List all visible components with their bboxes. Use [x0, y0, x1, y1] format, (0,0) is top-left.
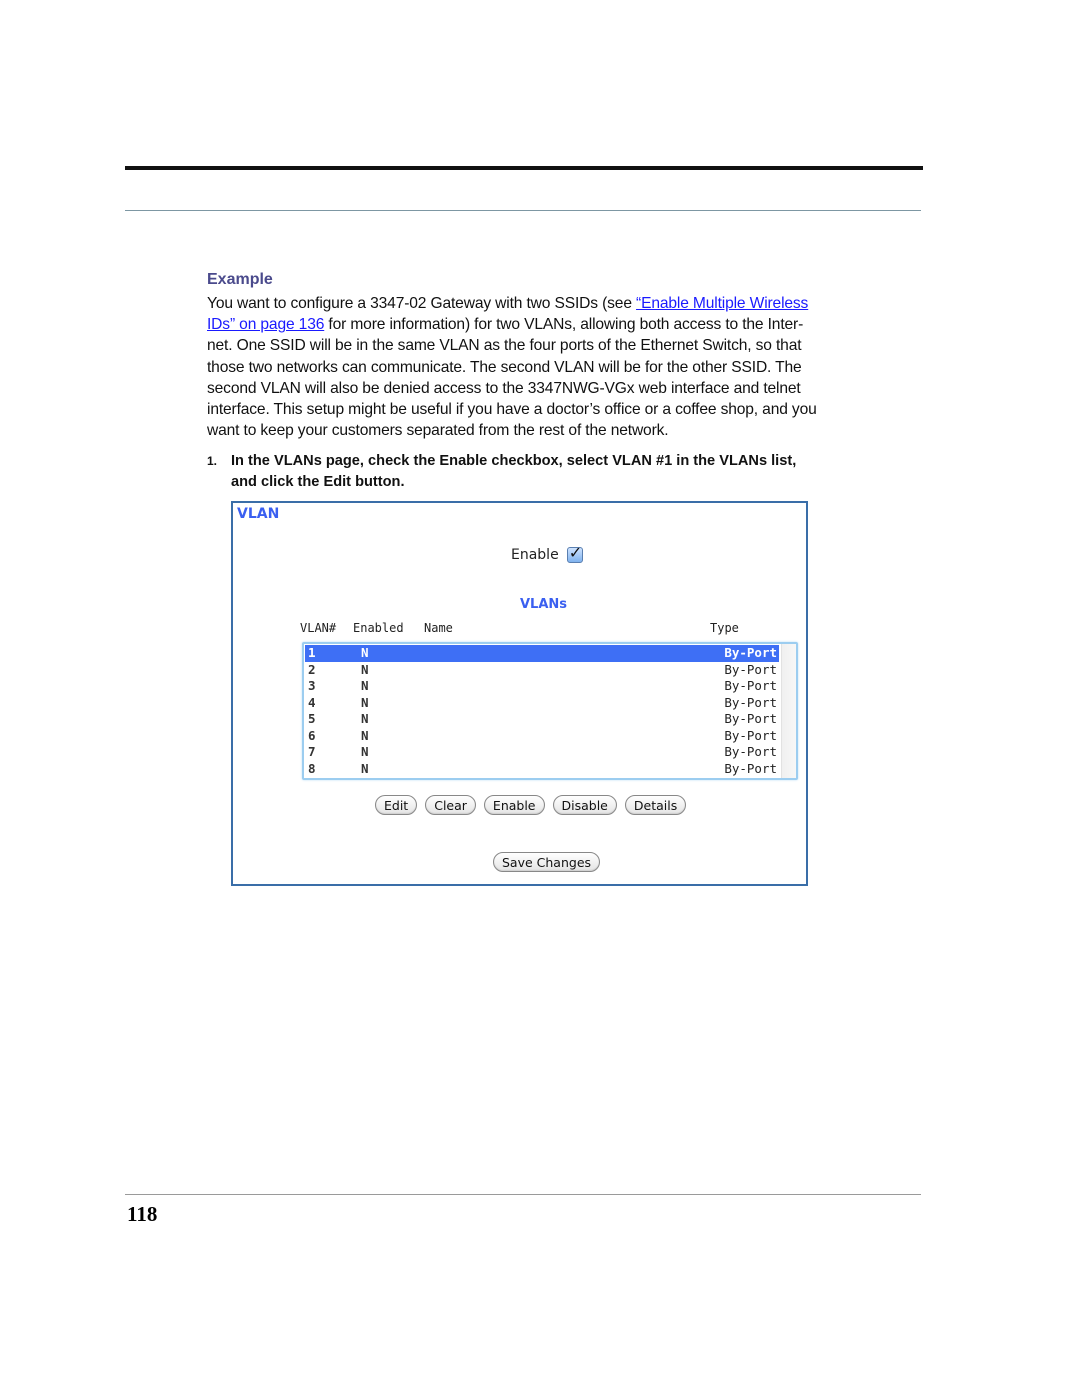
paragraph-line-7: want to keep your customers separated fr…: [207, 422, 669, 440]
clear-button[interactable]: Clear: [425, 795, 476, 815]
vlan-list-row[interactable]: 5 N By-Port: [305, 711, 779, 728]
vlan-number-cell: 7: [308, 744, 316, 759]
paragraph-line-4: those two networks can communicate. The …: [207, 358, 802, 376]
paragraph-line-6: interface. This setup might be useful if…: [207, 401, 817, 419]
vlan-number-cell: 3: [308, 678, 316, 693]
vlan-list-row[interactable]: 6 N By-Port: [305, 728, 779, 745]
enabled-cell: N: [361, 711, 369, 726]
enabled-cell: N: [361, 678, 369, 693]
type-cell: By-Port: [724, 678, 777, 693]
enable-checkbox[interactable]: ✓: [566, 543, 583, 563]
paragraph-text: You want to configure a 3347-02 Gateway …: [207, 295, 637, 312]
vlan-number-cell: 5: [308, 711, 316, 726]
vlan-list-row[interactable]: 4 N By-Port: [305, 695, 779, 712]
details-button[interactable]: Details: [624, 795, 687, 815]
type-cell: By-Port: [724, 760, 777, 776]
body-paragraph: You want to configure a 3347-02 Gateway …: [207, 293, 907, 441]
enabled-cell: N: [361, 694, 369, 710]
vlans-listbox[interactable]: 1 N By-Port 2 N By-Port 3 N By-Port 4 N By-Port 5 N By…: [302, 642, 798, 780]
column-header-vlan-number: VLAN#: [300, 621, 337, 635]
enabled-cell: N: [361, 727, 369, 743]
paragraph-line-3: net. One SSID will be in the same VLAN a…: [207, 337, 802, 355]
vlan-list-row[interactable]: 3 N By-Port: [305, 678, 779, 695]
vlan-number-cell: 6: [308, 727, 316, 743]
paragraph-line-5: second VLAN will also be denied access t…: [207, 379, 801, 397]
type-cell: By-Port: [724, 694, 777, 710]
header-rule: [125, 166, 923, 170]
listbox-scrollbar[interactable]: [781, 644, 796, 778]
vlans-list: 1 N By-Port 2 N By-Port 3 N By-Port 4 N By-Port 5 N By…: [305, 645, 779, 777]
step-text-line-1: In the VLANs page, check the Enable chec…: [231, 453, 797, 469]
type-cell: By-Port: [724, 744, 777, 759]
vlans-list-title: VLANs: [520, 597, 568, 612]
save-changes-button[interactable]: Save Changes: [493, 852, 601, 872]
vlan-number-cell: 4: [308, 694, 316, 710]
enable-label: Enable: [511, 547, 559, 563]
enabled-cell: N: [361, 645, 369, 660]
enabled-cell: N: [361, 744, 369, 759]
cross-reference-link[interactable]: “Enable Multiple Wireless: [636, 295, 808, 312]
paragraph-line-2: IDs” on page 136 for more information) f…: [207, 314, 907, 335]
paragraph-line-1: You want to configure a 3347-02 Gateway …: [207, 293, 907, 314]
disable-button[interactable]: Disable: [552, 795, 617, 815]
section-heading: Example: [207, 271, 273, 288]
step-text: In the VLANs page, check the Enable chec…: [231, 451, 796, 493]
checkmark-icon: ✓: [568, 543, 583, 562]
enabled-cell: N: [361, 760, 369, 776]
vlan-list-row[interactable]: 1 N By-Port: [305, 645, 779, 662]
page-number: 118: [127, 1202, 158, 1226]
step-text-line-2: and click the Edit button.: [231, 474, 405, 490]
edit-button[interactable]: Edit: [375, 795, 418, 815]
enable-row: Enable ✓: [511, 543, 583, 563]
panel-title: VLAN: [237, 506, 280, 522]
vlan-list-row[interactable]: 2 N By-Port: [305, 662, 779, 679]
vlan-screenshot-panel: VLAN Enable ✓ VLANs VLAN# Enabled Name T…: [231, 501, 808, 886]
vlan-number-cell: 2: [308, 661, 316, 677]
step-number: 1.: [207, 454, 218, 468]
enabled-cell: N: [361, 661, 369, 677]
column-header-name: Name: [424, 621, 453, 635]
paragraph-text: for more information) for two VLANs, all…: [324, 316, 804, 334]
vlan-number-cell: 8: [308, 760, 316, 776]
action-button-row: Edit Clear Enable Disable Details: [375, 795, 687, 815]
type-cell: By-Port: [724, 727, 777, 743]
footer-rule: [125, 1194, 921, 1195]
vlan-number-cell: 1: [308, 645, 316, 660]
column-header-enabled: Enabled: [353, 621, 404, 635]
type-cell: By-Port: [724, 661, 777, 677]
vlan-list-row[interactable]: 7 N By-Port: [305, 744, 779, 761]
vlan-list-row[interactable]: 8 N By-Port: [305, 761, 779, 778]
cross-reference-link-cont[interactable]: IDs” on page 136: [207, 316, 324, 333]
column-header-type: Type: [710, 621, 739, 635]
type-cell: By-Port: [724, 645, 777, 660]
enable-button[interactable]: Enable: [483, 795, 545, 815]
header-subrule: [125, 210, 921, 211]
type-cell: By-Port: [724, 711, 777, 726]
